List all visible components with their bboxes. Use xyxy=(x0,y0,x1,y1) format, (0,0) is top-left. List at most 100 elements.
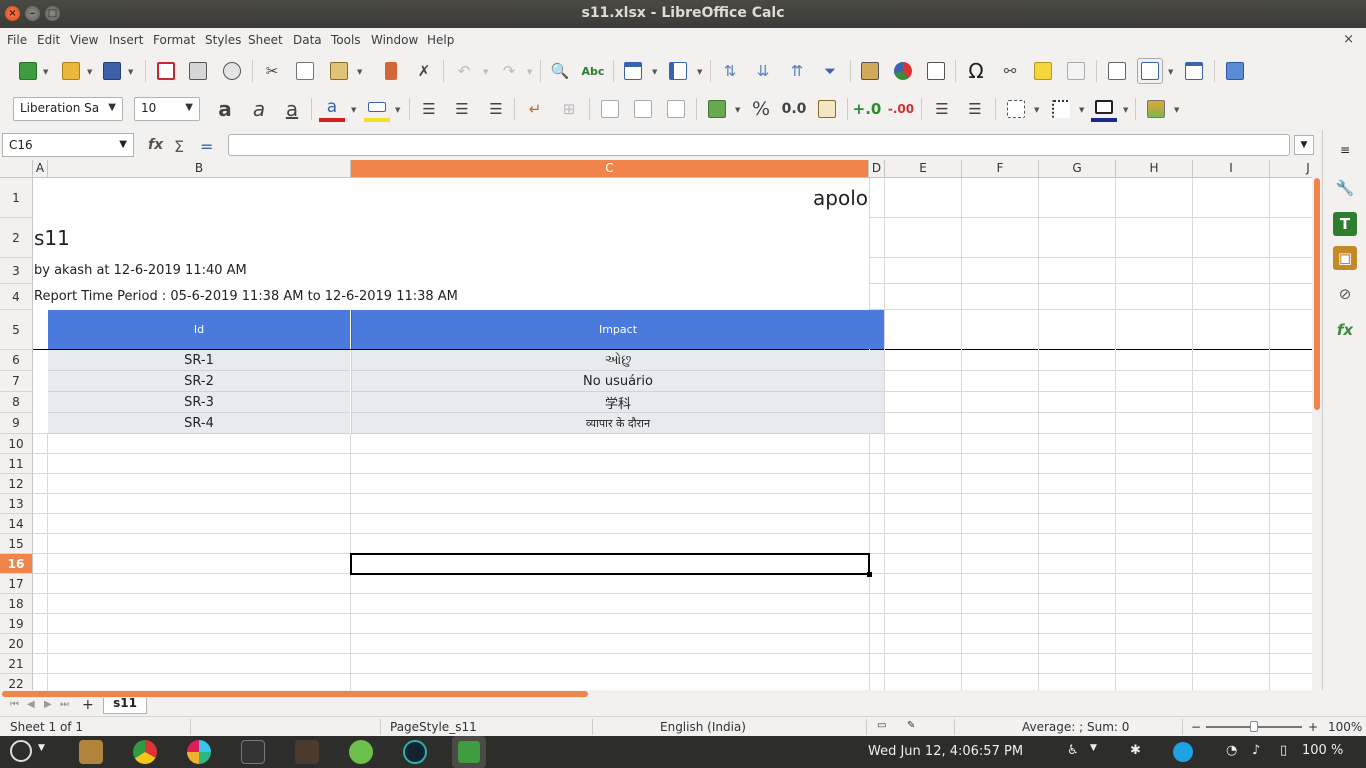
table-row-id[interactable]: SR-1 xyxy=(48,350,350,371)
row-header[interactable]: 22 xyxy=(0,674,33,690)
menu-data[interactable]: Data xyxy=(293,33,322,47)
row-header[interactable]: 14 xyxy=(0,514,33,534)
row-header[interactable]: 13 xyxy=(0,494,33,514)
column-header-c[interactable]: C xyxy=(351,160,869,178)
font-name-combo[interactable]: Liberation Sa ▼ xyxy=(13,97,123,121)
sort-descending-icon[interactable]: ⇊ xyxy=(750,58,776,84)
open-folder-icon[interactable] xyxy=(58,58,84,84)
align-right-icon[interactable]: ☰ xyxy=(483,96,509,122)
row-header[interactable]: 1 xyxy=(0,178,33,218)
function-wizard-icon[interactable]: fx xyxy=(148,137,163,153)
menu-sheet[interactable]: Sheet xyxy=(248,33,283,47)
row-header[interactable]: 7 xyxy=(0,371,33,392)
sum-icon[interactable]: Σ xyxy=(174,137,184,156)
previous-sheet-icon[interactable]: ◀ xyxy=(27,699,35,710)
column-header-b[interactable]: B xyxy=(48,160,351,178)
comment-icon[interactable] xyxy=(1030,58,1056,84)
increase-indent-icon[interactable]: ☰ xyxy=(929,96,955,122)
row-header[interactable]: 12 xyxy=(0,474,33,494)
cut-icon[interactable]: ✂ xyxy=(259,58,285,84)
column-header-a[interactable]: A xyxy=(33,160,48,178)
row-header[interactable]: 21 xyxy=(0,654,33,674)
battery-icon[interactable]: ▯ xyxy=(1280,743,1287,758)
gimp-icon[interactable] xyxy=(295,740,319,764)
column-header-f[interactable]: F xyxy=(962,160,1039,178)
menu-window[interactable]: Window xyxy=(371,33,418,47)
menu-styles[interactable]: Styles xyxy=(205,33,241,47)
spreadsheet-grid[interactable]: A B C D E F G H I J 1 2 3 4 5 6 7 8 9 10… xyxy=(0,160,1312,690)
add-sheet-icon[interactable]: + xyxy=(82,697,94,713)
expand-formula-bar-icon[interactable]: ▼ xyxy=(1294,135,1314,155)
delete-decimal-place-icon[interactable]: -.00 xyxy=(888,96,914,122)
export-pdf-icon[interactable] xyxy=(153,58,179,84)
center-vertically-icon[interactable] xyxy=(630,96,656,122)
find-replace-icon[interactable]: 🔍 xyxy=(547,58,573,84)
print-icon[interactable] xyxy=(185,58,211,84)
styles-icon[interactable]: T xyxy=(1333,212,1357,236)
date-format-icon[interactable] xyxy=(814,96,840,122)
add-decimal-place-icon[interactable]: +.0 xyxy=(853,96,882,122)
freeze-rows-columns-icon[interactable] xyxy=(1137,58,1163,84)
font-color-icon[interactable]: a xyxy=(319,96,345,122)
menu-help[interactable]: Help xyxy=(427,33,454,47)
zoom-in-icon[interactable]: + xyxy=(1308,720,1318,734)
bold-icon[interactable]: a xyxy=(212,96,238,122)
conditional-format-icon[interactable] xyxy=(1143,96,1169,122)
cell-a4-time-period[interactable]: Report Time Period : 05-6-2019 11:38 AM … xyxy=(34,289,458,304)
navigator-icon[interactable]: ⊘ xyxy=(1333,282,1357,306)
close-document-icon[interactable]: × xyxy=(1343,32,1354,47)
italic-icon[interactable]: a xyxy=(246,96,272,122)
align-left-icon[interactable]: ☰ xyxy=(416,96,442,122)
terminal-icon[interactable] xyxy=(241,740,265,764)
document-modified-icon[interactable]: ✎ xyxy=(907,720,915,731)
column-header-e[interactable]: E xyxy=(885,160,962,178)
row-header[interactable]: 4 xyxy=(0,284,33,310)
borders-icon[interactable] xyxy=(1003,96,1029,122)
row-header[interactable]: 5 xyxy=(0,310,33,350)
column-header-g[interactable]: G xyxy=(1039,160,1116,178)
clear-formatting-icon[interactable]: ✗ xyxy=(411,58,437,84)
highlight-color-icon[interactable] xyxy=(364,96,390,122)
row-header[interactable]: 10 xyxy=(0,434,33,454)
accessibility-icon[interactable]: ♿ xyxy=(1067,743,1079,758)
insert-chart-icon[interactable] xyxy=(890,58,916,84)
border-color-icon[interactable] xyxy=(1091,96,1117,122)
cell-a3-author-line[interactable]: by akash at 12-6-2019 11:40 AM xyxy=(34,263,247,278)
libreoffice-calc-active-icon[interactable] xyxy=(452,736,486,768)
merge-cells-icon[interactable]: ⊞ xyxy=(556,96,582,122)
row-header[interactable]: 19 xyxy=(0,614,33,634)
chrome-icon[interactable] xyxy=(133,740,157,764)
last-sheet-icon[interactable]: ⏭ xyxy=(60,699,69,710)
split-window-icon[interactable] xyxy=(1181,58,1207,84)
next-sheet-icon[interactable]: ▶ xyxy=(44,699,52,710)
sort-icon[interactable]: ⇅ xyxy=(717,58,743,84)
sync-app-icon[interactable] xyxy=(349,740,373,764)
redo-icon[interactable]: ↷ xyxy=(496,58,522,84)
menu-file[interactable]: File xyxy=(7,33,27,47)
formula-input[interactable] xyxy=(228,134,1290,156)
properties-icon[interactable]: 🔧 xyxy=(1333,176,1357,200)
row-header[interactable]: 17 xyxy=(0,574,33,594)
volume-icon[interactable]: ♪ xyxy=(1252,743,1260,758)
undo-icon[interactable]: ↶ xyxy=(451,58,477,84)
name-box[interactable]: C16 ▼ xyxy=(2,133,134,157)
align-center-icon[interactable]: ☰ xyxy=(449,96,475,122)
spelling-icon[interactable]: Abc xyxy=(580,58,606,84)
paste-icon[interactable] xyxy=(326,58,352,84)
row-header[interactable]: 9 xyxy=(0,413,33,434)
autofilter-icon[interactable]: ⏷ xyxy=(817,58,843,84)
slack-tray-icon[interactable]: ✱ xyxy=(1130,743,1141,758)
new-document-icon[interactable] xyxy=(15,58,41,84)
cell-cursor[interactable] xyxy=(350,553,870,575)
column-header-j[interactable]: J xyxy=(1270,160,1312,178)
decrease-indent-icon[interactable]: ☰ xyxy=(962,96,988,122)
percent-format-icon[interactable]: % xyxy=(748,96,774,122)
column-header-i[interactable]: I xyxy=(1193,160,1270,178)
fill-handle[interactable] xyxy=(867,572,872,577)
row-icon[interactable] xyxy=(620,58,646,84)
slack-icon[interactable] xyxy=(187,740,211,764)
column-header-h[interactable]: H xyxy=(1116,160,1193,178)
menu-view[interactable]: View xyxy=(70,33,98,47)
hyperlink-icon[interactable]: ⚯ xyxy=(997,58,1023,84)
define-print-area-icon[interactable] xyxy=(1104,58,1130,84)
